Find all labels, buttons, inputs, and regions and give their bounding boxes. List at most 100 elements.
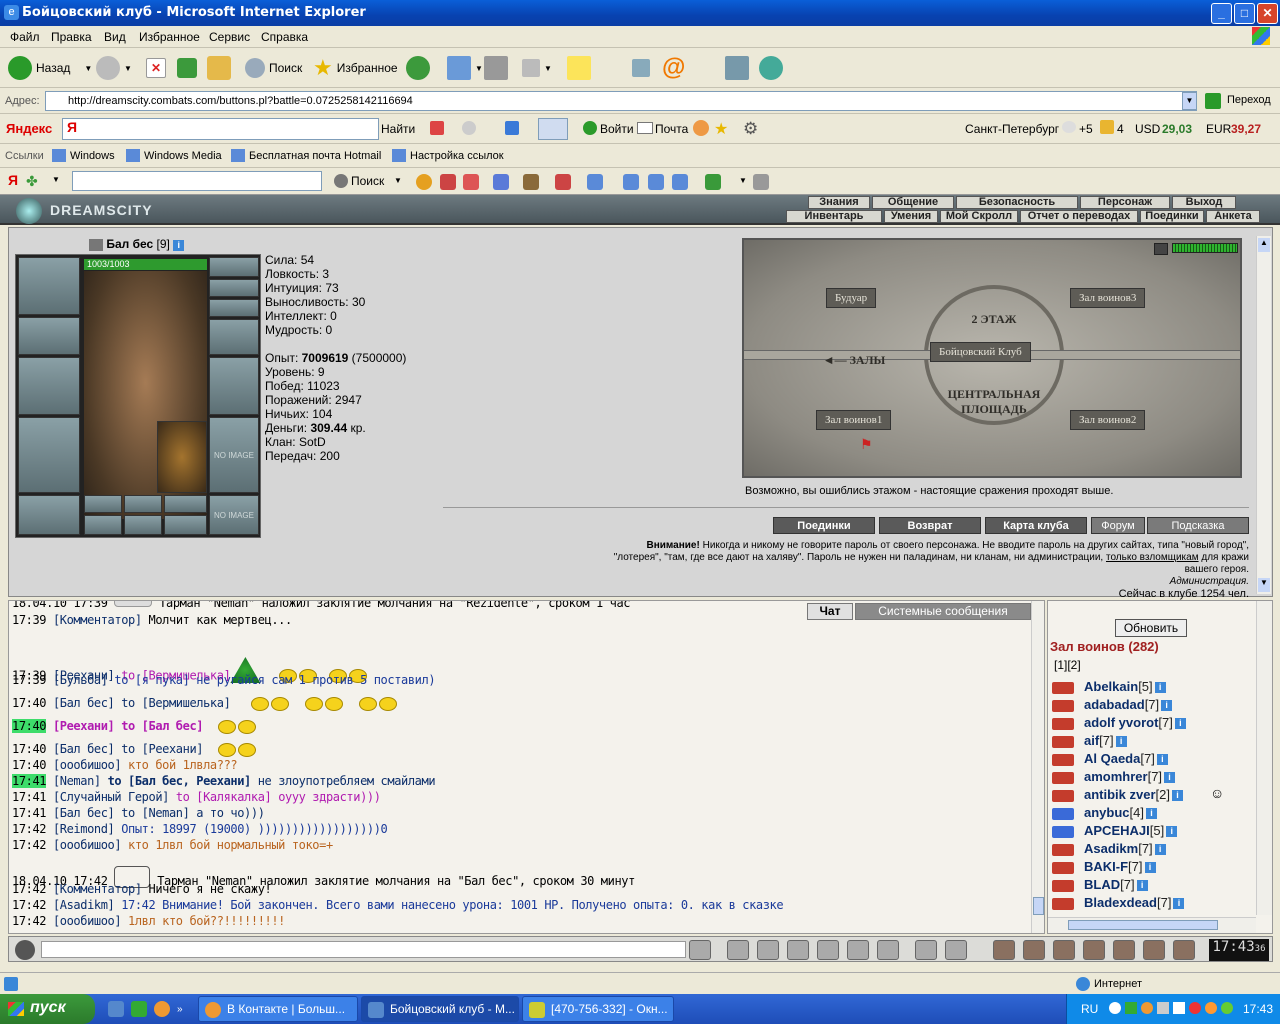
chat-author[interactable]: [Бульба] (53, 673, 108, 687)
nav-inventory[interactable]: Инвентарь (786, 210, 882, 223)
castle-icon[interactable] (1113, 940, 1135, 960)
windows-button[interactable] (632, 53, 654, 83)
go-arrow-icon[interactable] (1205, 93, 1221, 109)
add-contact-icon[interactable]: ☺ (1210, 785, 1224, 801)
dropdown-arrow-icon[interactable]: ▼ (52, 175, 60, 184)
zoom-icon[interactable] (672, 174, 688, 190)
run-icon[interactable] (817, 940, 839, 960)
clover-icon[interactable]: ✤ (26, 173, 38, 190)
character-name[interactable]: Бал бес (106, 237, 153, 251)
back-button[interactable]: Назад ▼ (8, 53, 92, 83)
slot-rings-top[interactable] (209, 299, 259, 317)
menu-favorites[interactable]: Избранное (139, 30, 200, 44)
smiles-icon[interactable] (915, 940, 937, 960)
map-hall-3[interactable]: Зал воинов3 (1070, 288, 1146, 308)
messenger-button[interactable] (759, 53, 787, 83)
task-fight-club[interactable]: Бойцовский клуб - M... (361, 996, 519, 1022)
scroll-down-icon[interactable]: ▼ (1258, 578, 1270, 592)
check-icon[interactable] (705, 174, 721, 190)
tray-icon[interactable] (1157, 1002, 1169, 1014)
discuss-button[interactable] (567, 53, 595, 83)
people-icon[interactable] (523, 174, 539, 190)
tray-icon[interactable] (1141, 1002, 1153, 1014)
nav-communication[interactable]: Общение (872, 196, 954, 209)
login-button[interactable]: Войти (600, 122, 634, 136)
forum-button[interactable]: Форум (1091, 517, 1145, 534)
tray-icon[interactable] (1205, 1002, 1217, 1014)
return-button[interactable]: Возврат (879, 517, 981, 534)
map-refresh-icon[interactable] (1154, 243, 1168, 255)
slot-weapon-right[interactable] (209, 357, 259, 415)
slot-armor[interactable] (18, 417, 80, 493)
fight-invite-icon[interactable] (1052, 843, 1074, 856)
traffic-map-icon[interactable] (463, 174, 479, 190)
user-info-icon[interactable]: i (1166, 826, 1178, 838)
slot-helmet[interactable] (18, 257, 80, 315)
user-info-icon[interactable]: i (1172, 790, 1183, 802)
book-icon[interactable] (555, 174, 571, 190)
go-button[interactable]: Переход (1227, 94, 1271, 106)
fight-invite-icon[interactable] (1052, 753, 1074, 766)
quicklaunch-ie-icon[interactable] (108, 1001, 124, 1017)
character-info-icon[interactable]: i (173, 240, 185, 251)
user-info-icon[interactable]: i (1164, 772, 1176, 784)
quicklaunch-more-icon[interactable]: » (177, 1004, 183, 1015)
chat-input[interactable] (41, 941, 686, 958)
stop-button[interactable]: ✕ (146, 53, 170, 83)
chat-author[interactable]: [Asadikm] (53, 898, 115, 912)
fight-invite-icon[interactable] (1052, 717, 1074, 730)
edit-button[interactable]: ▼ (522, 53, 552, 83)
network-icon[interactable] (587, 174, 603, 190)
tab-system-messages[interactable]: Системные сообщения (855, 603, 1031, 620)
nav-security[interactable]: Безопасность (956, 196, 1078, 209)
favorite-star-icon[interactable]: ★ (714, 119, 728, 139)
bag-icon[interactable] (993, 940, 1015, 960)
slot-ring-2[interactable] (124, 495, 162, 513)
task-chat-window[interactable]: [470-756-332] - Окн... (522, 996, 674, 1022)
chat-author[interactable]: [Бал бес] (53, 806, 115, 820)
mail-button[interactable]: ▼ (447, 53, 483, 83)
search-button[interactable]: Поиск (245, 53, 302, 83)
hint-button[interactable]: Подсказка (1147, 517, 1249, 534)
slot-amulet[interactable] (209, 279, 259, 297)
toolbar-search-input[interactable] (72, 171, 322, 191)
abc-check-icon[interactable] (505, 121, 519, 135)
slot-boots-empty[interactable]: NO IMAGE (209, 495, 259, 535)
refresh-list-button[interactable]: Обновить (1115, 619, 1187, 637)
user-info-icon[interactable]: i (1173, 898, 1185, 910)
slot-rune-2[interactable] (124, 515, 162, 535)
chat-icon[interactable] (493, 174, 509, 190)
slot-ring-3[interactable] (164, 495, 207, 513)
user-info-icon[interactable]: i (1174, 718, 1186, 730)
chat-author[interactable]: [оообишоо] (53, 838, 122, 852)
nav-my-scroll[interactable]: Мой Скролл (940, 210, 1018, 223)
chat-author[interactable]: [Случайный Герой] (53, 790, 169, 804)
minimize-button[interactable]: _ (1211, 3, 1232, 24)
fight-invite-icon[interactable] (1052, 735, 1074, 748)
chat-author[interactable]: [оообишоо] (53, 914, 122, 928)
slot-ring-1[interactable] (84, 495, 122, 513)
potion-icon[interactable] (1083, 940, 1105, 960)
nav-transfer-report[interactable]: Отчет о переводах (1020, 210, 1138, 223)
translit-icon[interactable] (847, 940, 869, 960)
fight-invite-icon[interactable] (1052, 807, 1074, 820)
user-info-icon[interactable]: i (1161, 700, 1173, 712)
map-halls[interactable]: ◄— ЗАЛЫ (804, 353, 904, 368)
search-dropdown-icon[interactable]: ▼ (394, 176, 402, 185)
mailru-button[interactable]: @ (662, 53, 685, 83)
chat-scroll-thumb[interactable] (1033, 897, 1044, 915)
chat-author[interactable]: [Комментатор] (53, 613, 142, 627)
user-info-icon[interactable]: i (1145, 808, 1157, 820)
sword-icon[interactable] (1023, 940, 1045, 960)
nav-skills[interactable]: Умения (884, 210, 938, 223)
slot-rune-1[interactable] (84, 515, 122, 535)
tray-icon[interactable] (1189, 1002, 1201, 1014)
slot-rune-3[interactable] (164, 515, 207, 535)
menu-edit[interactable]: Правка (51, 30, 92, 44)
menu-file[interactable]: Файл (10, 30, 40, 44)
tray-icon[interactable] (1221, 1002, 1233, 1014)
settings-gear-icon[interactable]: ⚙ (743, 119, 758, 139)
menu-help[interactable]: Справка (261, 30, 308, 44)
tray-icon[interactable] (1125, 1002, 1137, 1014)
yandex-search-input[interactable]: Я (62, 118, 379, 140)
